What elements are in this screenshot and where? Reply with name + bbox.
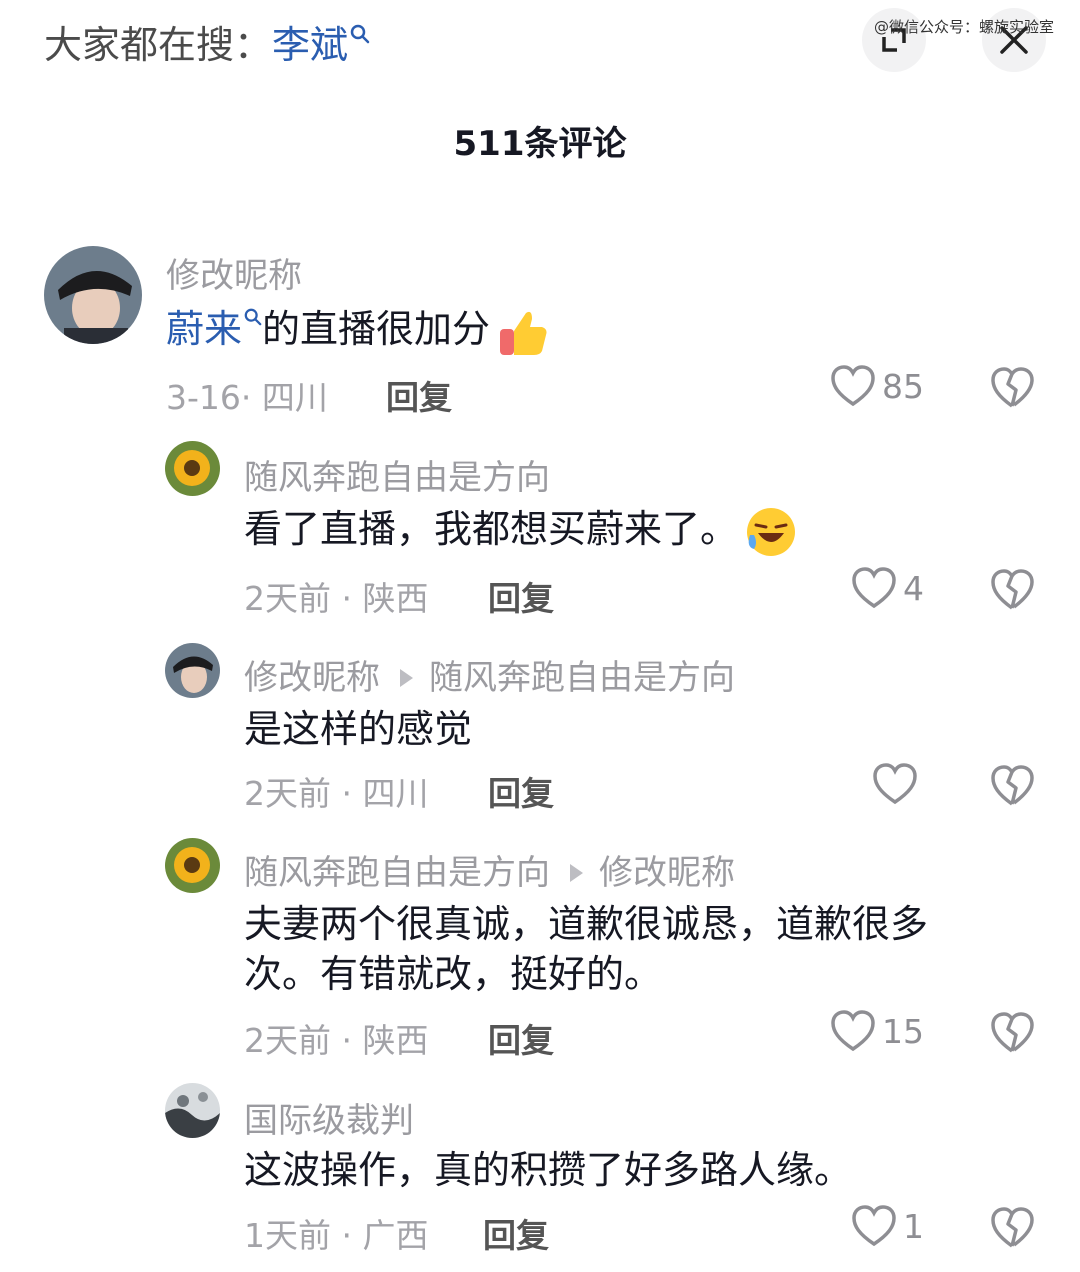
like-count: 1: [903, 1206, 924, 1246]
trending-search-term[interactable]: 李斌: [272, 23, 348, 67]
comment-meta: 1天前 · 广西: [244, 1216, 429, 1255]
heart-outline-icon: [852, 1205, 896, 1247]
heart-outline-icon: [831, 1010, 875, 1052]
like-button[interactable]: 15: [830, 1009, 924, 1053]
comment-meta: 2天前 · 陕西: [244, 1021, 429, 1060]
comment-text: 看了直播，我都想买蔚来了。: [244, 504, 798, 559]
reply-target[interactable]: 随风奔跑自由是方向: [429, 658, 735, 698]
comment-username: 修改昵称 随风奔跑自由是方向: [244, 650, 735, 699]
comment-location: 陕西: [362, 1021, 429, 1060]
comment-location: 四川: [261, 378, 328, 417]
comment-text: 蔚来 的直播很加分: [166, 304, 550, 359]
broken-heart-icon[interactable]: [990, 1206, 1034, 1250]
like-button[interactable]: 85: [830, 364, 924, 408]
reply-arrow-icon: [570, 863, 583, 882]
comment-text: 是这样的感觉: [244, 707, 473, 751]
comment-date: 2天前: [244, 774, 331, 813]
reply-target[interactable]: 修改昵称: [599, 853, 735, 893]
reply-button[interactable]: 回复: [488, 1014, 554, 1062]
like-button[interactable]: 1: [851, 1204, 924, 1248]
heart-outline-icon: [873, 763, 917, 805]
comment-location: 广西: [362, 1216, 429, 1255]
broken-heart-icon[interactable]: [990, 764, 1034, 808]
comment-date: 1天前: [244, 1216, 331, 1255]
like-count: 85: [882, 366, 924, 406]
broken-heart-icon[interactable]: [990, 366, 1034, 410]
reply-button[interactable]: 回复: [483, 1209, 549, 1257]
watermark: @微信公众号：螺旋实验室: [873, 18, 1054, 36]
comment-text: 这波操作，真的积攒了好多路人缘。: [244, 1148, 853, 1192]
comment-count-title: 511条评论: [453, 124, 627, 164]
like-count: 4: [903, 568, 924, 608]
avatar[interactable]: [165, 1083, 220, 1138]
like-button[interactable]: [872, 762, 924, 806]
comment-date: 2天前: [244, 579, 331, 618]
broken-heart-icon[interactable]: [990, 568, 1034, 612]
avatar[interactable]: [44, 246, 142, 344]
comment-text-rest: 的直播很加分: [262, 307, 491, 351]
comment-location: 陕西: [362, 579, 429, 618]
heart-outline-icon: [831, 365, 875, 407]
reply-button[interactable]: 回复: [488, 767, 554, 815]
reply-arrow-icon: [400, 668, 413, 687]
comment-username[interactable]: 国际级裁判: [244, 1093, 414, 1142]
heart-outline-icon: [852, 567, 896, 609]
comment-meta: 2天前 · 四川: [244, 774, 429, 813]
reply-author[interactable]: 随风奔跑自由是方向: [244, 853, 550, 893]
laughing-crying-emoji-icon: [747, 507, 796, 556]
comment-location: 四川: [362, 774, 429, 813]
magnifier-icon: [244, 308, 262, 326]
comment-text-line: 夫妻两个很真诚，道歉很诚恳，道歉很多: [244, 902, 929, 946]
reply-button[interactable]: 回复: [488, 572, 554, 620]
comment-search-link[interactable]: 蔚来: [166, 307, 242, 351]
comment-username[interactable]: 随风奔跑自由是方向: [244, 450, 550, 499]
trending-search-prefix: 大家都在搜：: [44, 23, 273, 67]
magnifier-icon: [350, 24, 370, 44]
avatar[interactable]: [165, 643, 220, 698]
trending-search-bar[interactable]: 大家都在搜：李斌: [44, 14, 370, 69]
reply-author[interactable]: 修改昵称: [244, 658, 380, 698]
comment-text-body: 看了直播，我都想买蔚来了。: [244, 507, 739, 551]
comment-username: 随风奔跑自由是方向 修改昵称: [244, 845, 735, 894]
avatar[interactable]: [165, 838, 220, 893]
comment-text: 夫妻两个很真诚，道歉很诚恳，道歉很多 次。有错就改，挺好的。: [244, 899, 1024, 999]
like-count: 15: [882, 1011, 924, 1051]
comment-meta: 2天前 · 陕西: [244, 579, 429, 618]
thumbs-up-emoji-icon: [500, 311, 547, 355]
comment-date: 3-16: [166, 378, 241, 417]
comment-username[interactable]: 修改昵称: [166, 248, 302, 297]
avatar[interactable]: [165, 441, 220, 496]
comment-text-line: 次。有错就改，挺好的。: [244, 952, 663, 996]
comment-meta: 3-16· 四川: [166, 378, 328, 417]
comment-date: 2天前: [244, 1021, 331, 1060]
broken-heart-icon[interactable]: [990, 1011, 1034, 1055]
like-button[interactable]: 4: [851, 566, 924, 610]
reply-button[interactable]: 回复: [386, 371, 452, 419]
